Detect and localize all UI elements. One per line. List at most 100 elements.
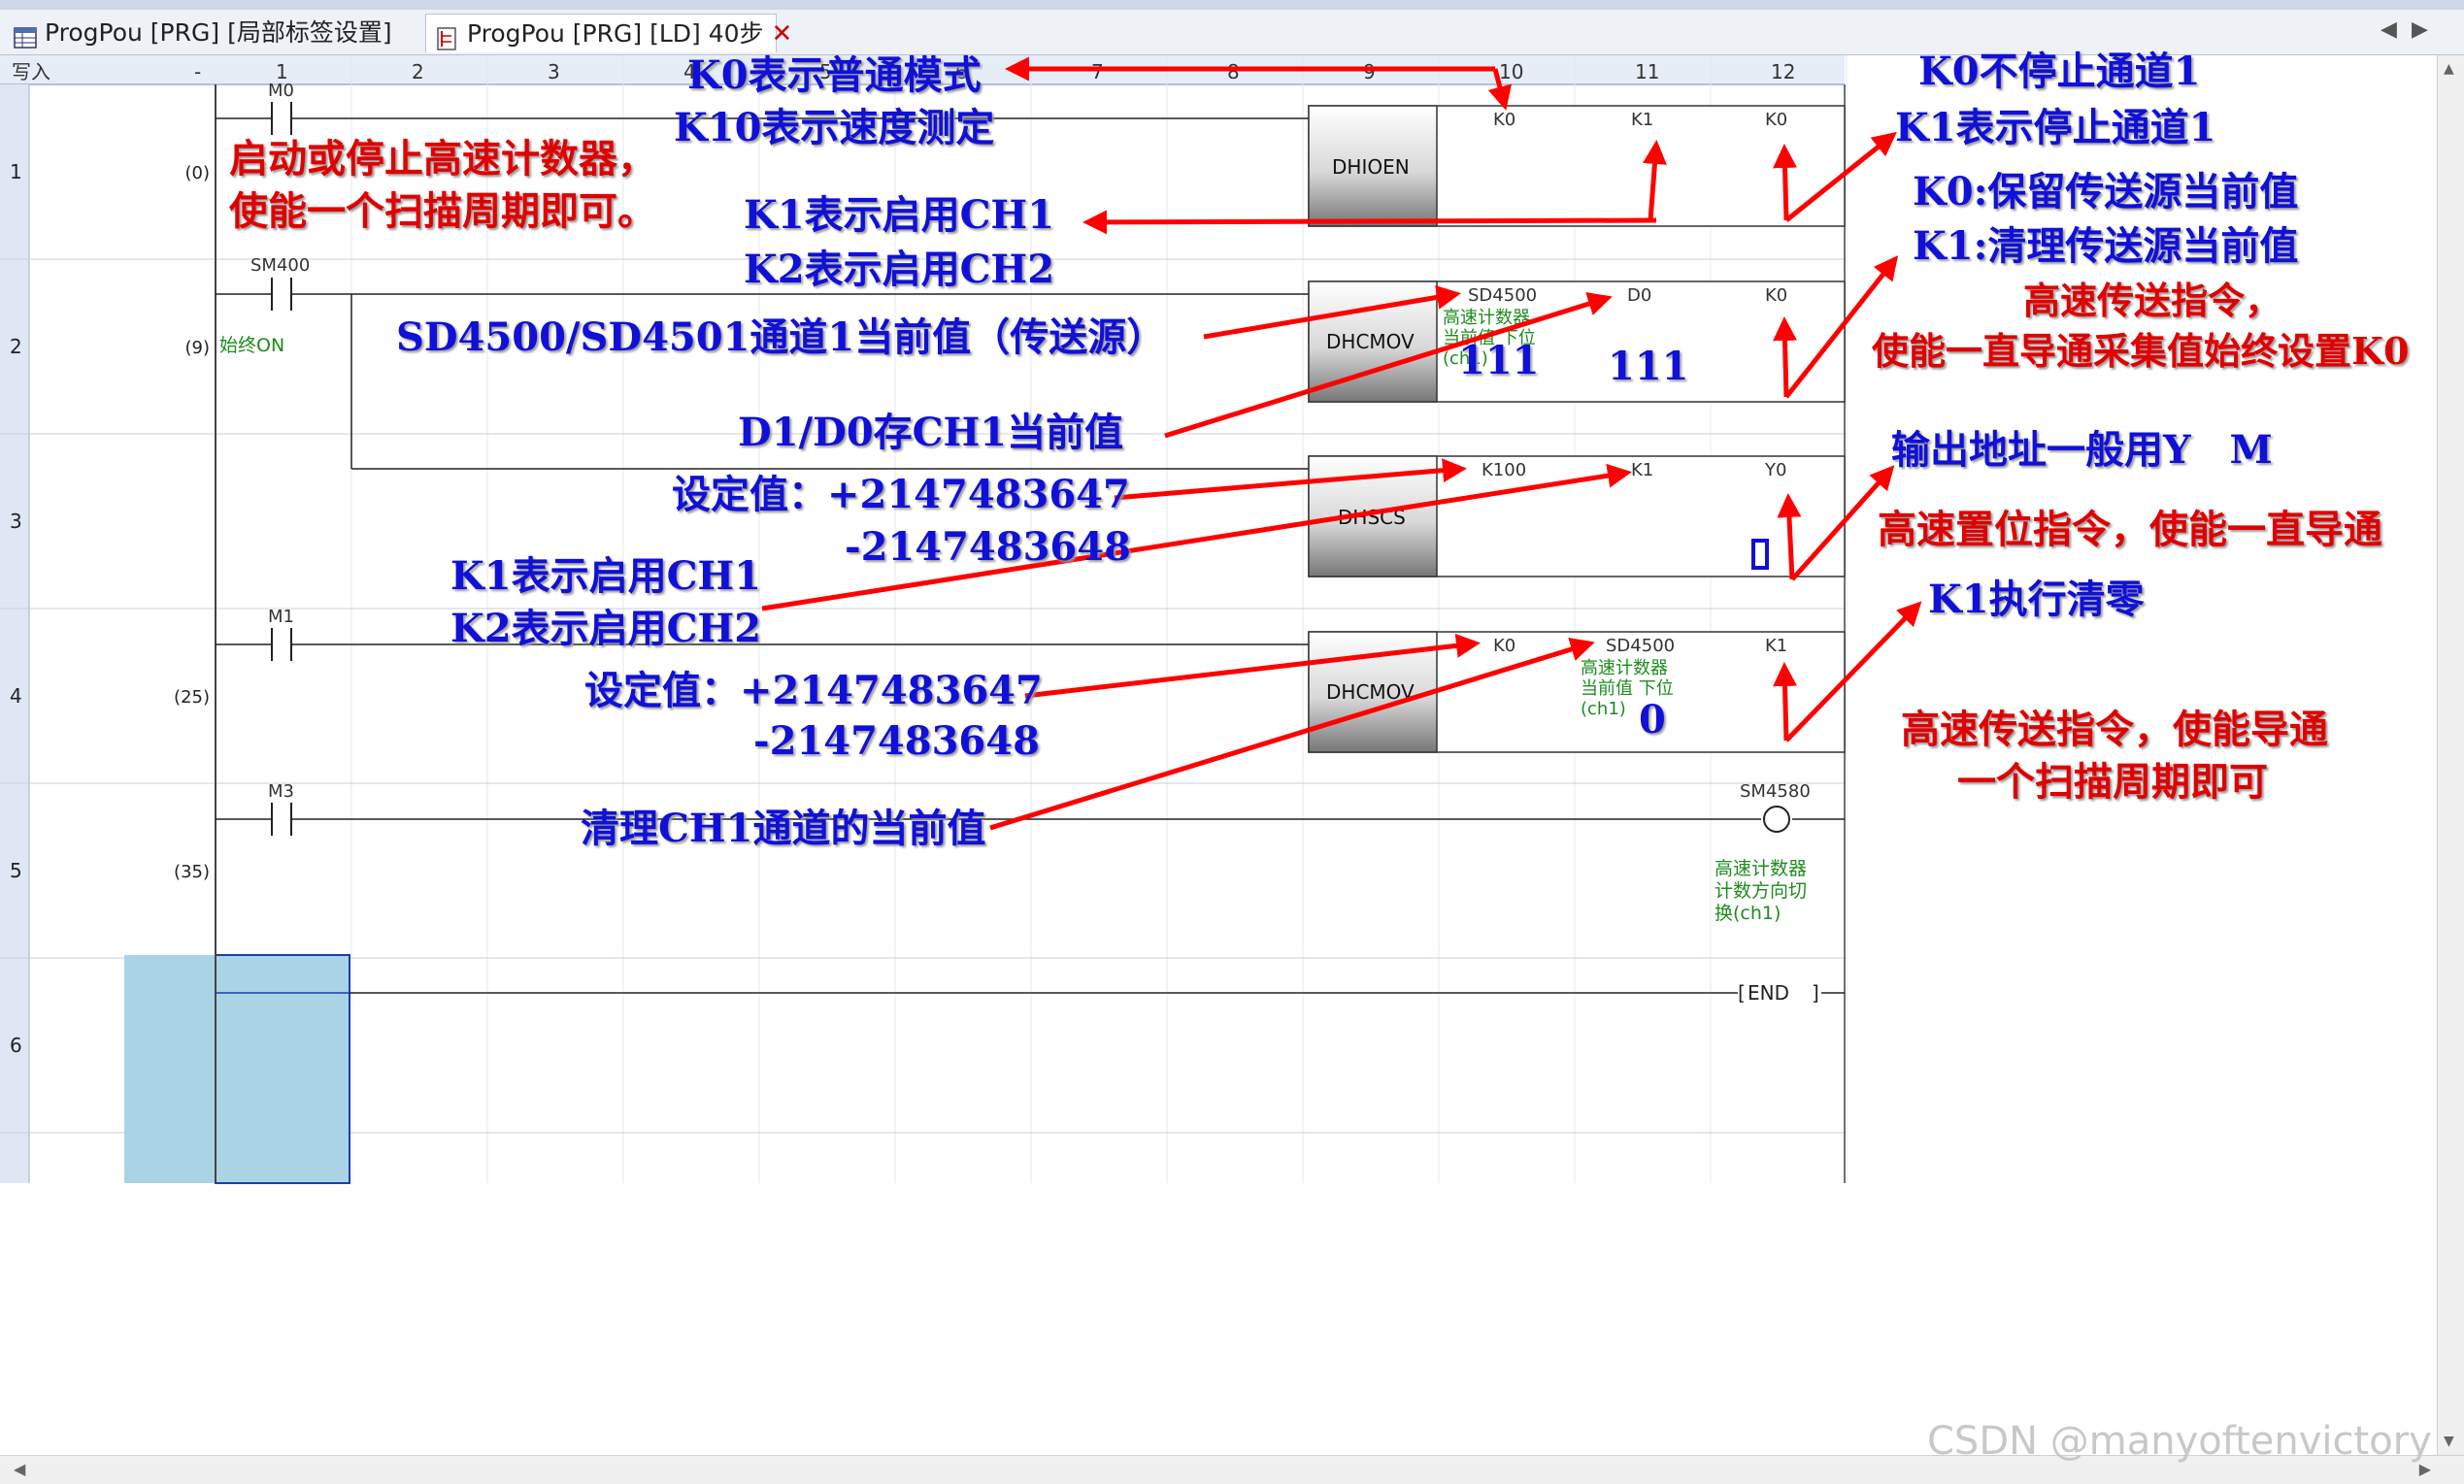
label-table-icon	[14, 22, 39, 49]
menu-strip	[0, 0, 2464, 10]
selected-step-area[interactable]	[124, 955, 216, 1183]
device-comment: 高速计数器	[1581, 658, 1668, 678]
annotation-k2-ch2: K2表示启用CH2	[744, 247, 1055, 292]
close-icon[interactable]: ✕	[772, 19, 793, 49]
step-number: (9)	[185, 338, 211, 358]
row-number[interactable]: 2	[10, 335, 22, 358]
annotation-hs-set-desc: 高速置位指令，使能一直导通	[1878, 507, 2382, 552]
contact-M3[interactable]: M3	[268, 781, 294, 836]
instruction-DHCMOV-1[interactable]: DHCMOV SD4500 D0 K0 高速计数器 当前值 下位 (ch1)	[1308, 280, 1846, 403]
svg-text:[: [	[1738, 981, 1746, 1005]
operand: K0	[1765, 110, 1787, 130]
svg-text:]: ]	[1812, 981, 1819, 1005]
caret-marker	[1751, 539, 1769, 570]
mode-label: 写入	[12, 60, 50, 83]
annotation-k1-exec-clear: K1执行清零	[1928, 577, 2145, 622]
annotation-k1-ch1: K1表示启用CH1	[744, 192, 1055, 238]
column-label: 9	[1363, 60, 1376, 83]
operand: K0	[1765, 285, 1787, 306]
annotation-sd4500-desc: SD4500/SD4501通道1当前值（传送源）	[396, 314, 1166, 360]
device-comment: 始终ON	[219, 335, 284, 356]
scroll-up-icon[interactable]: ▲	[2444, 61, 2454, 77]
device-comment: (ch1)	[1581, 699, 1626, 719]
coil-SM4580[interactable]: SM4580 高速计数器 计数方向切 换(ch1)	[1715, 781, 1811, 924]
annotation-d1d0-desc: D1/D0存CH1当前值	[738, 410, 1124, 455]
column-label: 3	[548, 60, 560, 83]
row-number[interactable]: 6	[10, 1034, 22, 1057]
annotation-hs-move-1: 高速传送指令，	[2023, 279, 2282, 322]
operand: K1	[1631, 110, 1653, 130]
operand: K1	[1765, 636, 1787, 656]
operand: SD4500	[1468, 285, 1537, 306]
end-instruction[interactable]: [ END ]	[1738, 981, 1819, 1005]
column-label: 10	[1499, 60, 1523, 83]
operand: D0	[1627, 285, 1651, 306]
mode-dash: -	[194, 60, 201, 83]
operand: SD4500	[1606, 636, 1675, 656]
annotation-set-value-neg-1: -2147483648	[845, 524, 1131, 570]
tab-label: ProgPou [PRG] [局部标签设置]	[45, 18, 392, 47]
contact-label: M0	[268, 81, 294, 101]
scroll-left-icon[interactable]: ◀	[14, 1460, 25, 1478]
end-label: END	[1748, 981, 1789, 1005]
operand: K100	[1482, 460, 1526, 480]
contact-label: M1	[268, 607, 294, 627]
annotation-set-value-pos-2: 设定值：+2147483647	[584, 668, 1043, 713]
contact-label: M3	[268, 781, 294, 802]
annotation-set-value-pos-1: 设定值：+2147483647	[672, 472, 1130, 517]
annotation-k1-ch1-b: K1表示启用CH1	[450, 553, 762, 599]
column-label: 11	[1635, 60, 1659, 83]
row-number[interactable]: 5	[10, 859, 22, 882]
column-label: 8	[1227, 60, 1240, 83]
contact-label: SM400	[250, 255, 310, 276]
step-number: (0)	[185, 163, 211, 183]
instruction-name: DHCMOV	[1326, 330, 1415, 353]
annotation-value-0: 0	[1639, 697, 1666, 742]
triangle-right-icon[interactable]: ▶	[2412, 17, 2428, 42]
annotation-k0-mode: K0表示普通模式	[687, 52, 982, 98]
operand: K1	[1631, 460, 1653, 480]
contact-M0[interactable]: M0	[268, 81, 294, 135]
device-comment: 当前值 下位	[1581, 678, 1674, 699]
operand: K0	[1493, 636, 1515, 656]
tab-local-label-settings[interactable]: ProgPou [PRG] [局部标签设置]	[4, 14, 423, 52]
annotation-out-addr: 输出地址一般用Y M	[1891, 427, 2273, 473]
operand: Y0	[1764, 460, 1786, 480]
ladder-program-icon	[436, 23, 461, 50]
instruction-DHIOEN[interactable]: DHIOEN K0 K1 K0	[1308, 105, 1846, 227]
contact-M1[interactable]: M1	[268, 607, 294, 661]
triangle-left-icon[interactable]: ◀	[2381, 17, 2397, 42]
annotation-start-stop-1: 启动或停止高速计数器，	[229, 136, 656, 181]
annotation-set-value-neg-2: -2147483648	[753, 718, 1040, 764]
row-number[interactable]: 4	[10, 684, 22, 708]
row-number[interactable]: 3	[10, 510, 22, 533]
annotation-k0-keep: K0:保留传送源当前值	[1913, 169, 2299, 214]
vertical-scrollbar[interactable]: ▲ ▼	[2437, 55, 2464, 1455]
operand: K0	[1493, 110, 1515, 130]
annotation-k1-clear-src: K1:清理传送源当前值	[1913, 223, 2299, 269]
annotation-value-111-b: 111	[1608, 344, 1689, 389]
watermark: CSDN @manyoftenvictory	[1927, 1419, 2432, 1464]
row-number-column	[0, 84, 29, 1183]
tab-ladder-program[interactable]: ProgPou [PRG] [LD] 40步 ✕	[425, 14, 792, 52]
scroll-down-icon[interactable]: ▼	[2444, 1434, 2454, 1449]
device-comment: 高速计数器	[1715, 858, 1807, 879]
annotation-k1-stop: K1表示停止通道1	[1895, 105, 2216, 150]
coil-label: SM4580	[1740, 781, 1811, 802]
annotation-clear-ch1: 清理CH1通道的当前值	[581, 806, 986, 851]
column-label: 12	[1771, 60, 1795, 83]
annotation-hs-move2-2: 一个扫描周期即可	[1957, 759, 2268, 805]
ladder-editor[interactable]: 写入 - 1 2 3 4 5 6 7 8 9 10 11 12 1 (0) 2 (9) 3 4 (25) 5 (35)…	[0, 49, 2464, 1455]
step-number: (35)	[174, 862, 210, 882]
step-number: (25)	[174, 687, 210, 708]
annotation-hs-move2-1: 高速传送指令，使能导通	[1901, 707, 2328, 752]
device-comment: 计数方向切	[1715, 880, 1807, 902]
contact-SM400[interactable]: SM400 始终ON	[219, 255, 310, 356]
column-label: 7	[1091, 60, 1104, 83]
annotation-k2-ch2-b: K2表示启用CH2	[450, 606, 762, 651]
row-number[interactable]: 1	[10, 160, 22, 183]
tab-label: ProgPou [PRG] [LD] 40步	[467, 19, 764, 48]
device-comment: 换(ch1)	[1715, 903, 1781, 924]
instruction-name: DHIOEN	[1332, 155, 1410, 179]
cursor-cell[interactable]	[215, 954, 350, 1184]
